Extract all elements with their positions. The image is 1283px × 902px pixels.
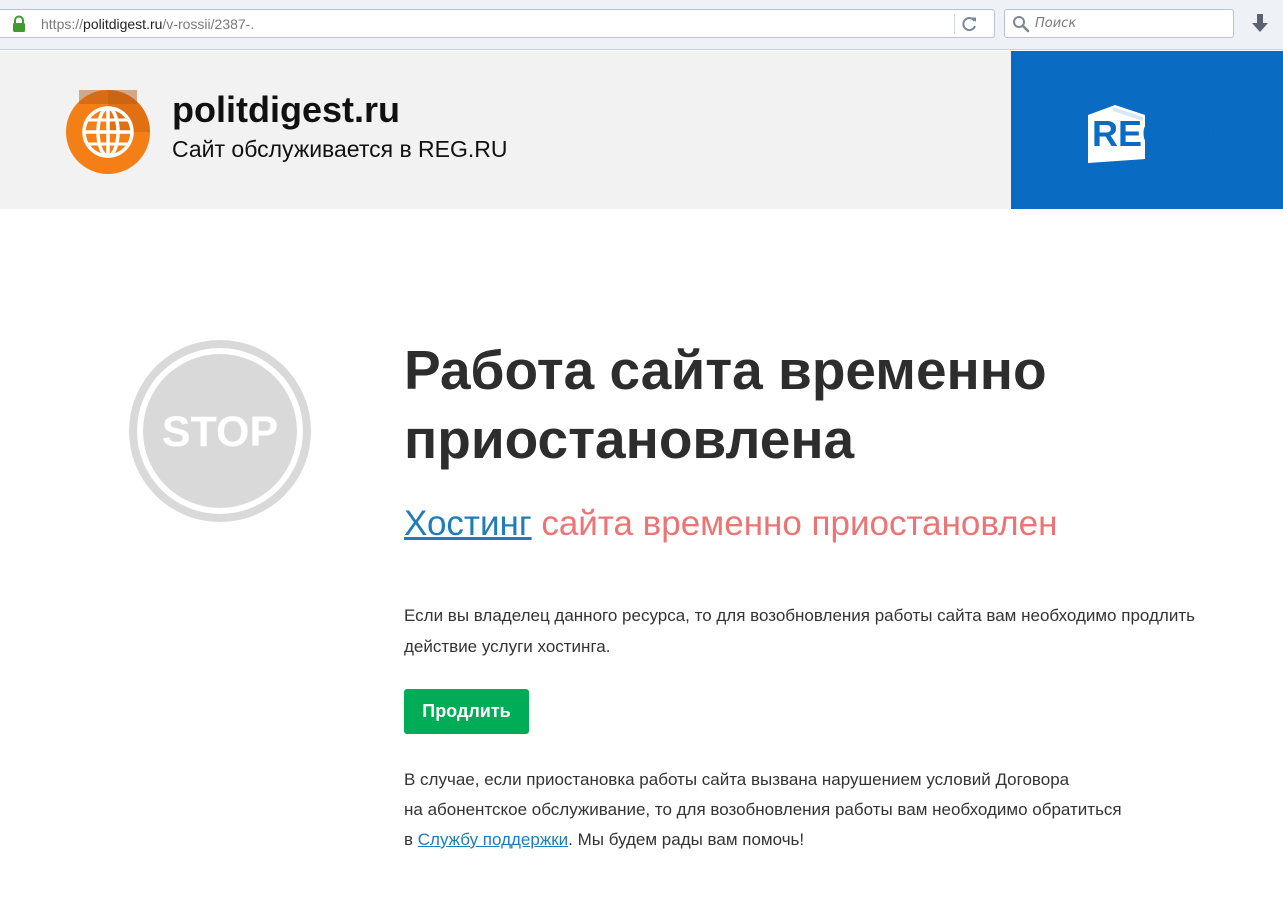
regru-logo-text: REG.RU [1092, 113, 1232, 154]
site-hosting-note: Сайт обслуживается в REG.RU [172, 136, 508, 162]
browser-toolbar: https://politdigest.ru/v-rossii/2387-. [0, 0, 1283, 50]
search-icon [1013, 16, 1030, 33]
download-icon[interactable] [1250, 13, 1270, 35]
reload-icon[interactable] [959, 14, 981, 34]
page-subtitle: Хостинг сайта временно приостановлен [404, 502, 1057, 546]
url-text[interactable]: https://politdigest.ru/v-rossii/2387-. [41, 16, 254, 32]
hosting-link[interactable]: Хостинг [404, 504, 532, 543]
search-input[interactable] [1033, 13, 1228, 34]
violation-instructions: В случае, если приостановка работы сайта… [404, 770, 1122, 849]
lock-icon [13, 15, 25, 32]
renew-button[interactable]: Продлить [404, 689, 529, 734]
regru-brand-panel[interactable]: REG.RU [1011, 51, 1283, 209]
stop-sign-text: STOP [162, 408, 278, 456]
site-domain: politdigest.ru [172, 89, 400, 130]
page-title: Работа сайта временно приостановлена [404, 339, 1047, 470]
regru-logo[interactable]: REG.RU [1083, 101, 1243, 167]
search-bar[interactable] [1004, 9, 1234, 38]
globe-icon [66, 90, 150, 174]
support-link[interactable]: Службу поддержки [418, 830, 568, 849]
address-bar[interactable]: https://politdigest.ru/v-rossii/2387-. [0, 9, 995, 38]
owner-instructions: Если вы владелец данного ресурса, то для… [404, 606, 1195, 656]
host-header: politdigest.ru Сайт обслуживается в REG.… [0, 51, 1283, 209]
stop-sign-icon: STOP [129, 340, 311, 522]
url-divider [954, 14, 955, 34]
subtitle-text: сайта временно приостановлен [531, 504, 1058, 543]
